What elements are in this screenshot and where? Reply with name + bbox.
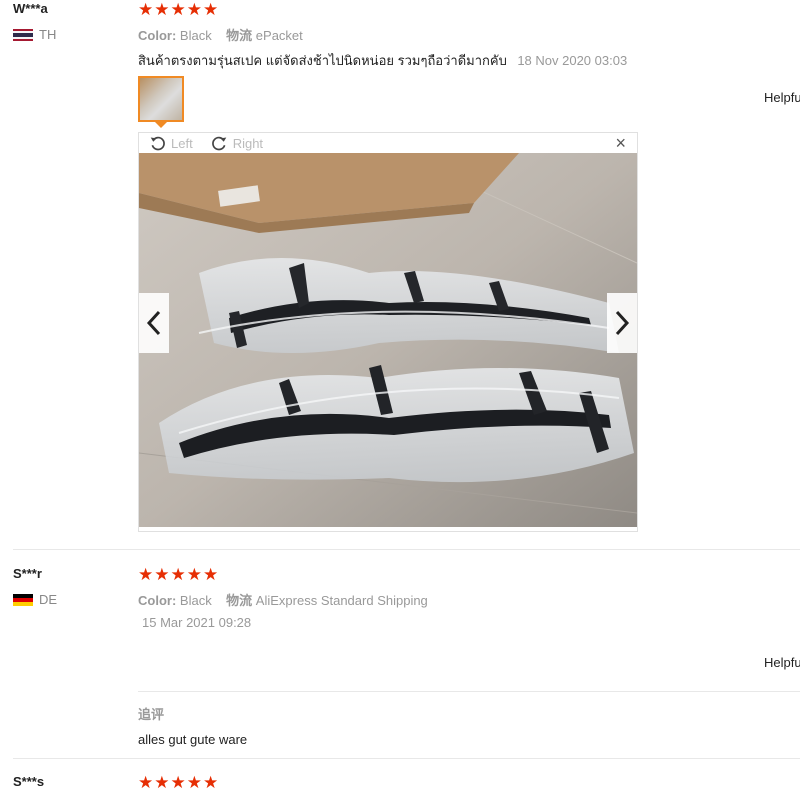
viewer-toolbar: Left Right — [149, 135, 263, 152]
chevron-left-icon — [146, 310, 161, 336]
star-rating: ★★★★★ — [138, 773, 220, 792]
color-label: Color: — [138, 593, 177, 608]
helpful-button[interactable]: Helpfu — [764, 90, 800, 105]
reviewer-country: DE — [13, 592, 57, 607]
logistics-label: 物流 — [226, 593, 253, 608]
review-photo — [139, 153, 637, 527]
image-viewer: Left Right × — [138, 132, 638, 532]
additional-divider — [138, 691, 800, 692]
color-value: Black — [179, 28, 212, 43]
logistics-value: ePacket — [255, 28, 303, 43]
reviewer-name: W***a — [13, 1, 48, 16]
logistics-value: AliExpress Standard Shipping — [255, 593, 428, 608]
feedback-line: สินค้าตรงตามรุ่นสเปค แต่จัดส่งช้าไปนิดหน… — [138, 50, 627, 71]
thumbnail-pointer — [155, 122, 167, 128]
previous-image-button[interactable] — [139, 293, 169, 353]
country-code: TH — [39, 27, 57, 42]
order-info: Color: Black 物流 AliExpress Standard Ship… — [138, 590, 428, 609]
review-divider — [13, 758, 800, 759]
feedback-text: สินค้าตรงตามรุ่นสเปค แต่จัดส่งช้าไปนิดหน… — [138, 53, 507, 68]
flag-de-icon — [13, 593, 33, 606]
rotate-right-button[interactable]: Right — [211, 135, 263, 152]
flag-th-icon — [13, 28, 33, 41]
country-code: DE — [39, 592, 58, 607]
reviewer-name: S***s — [13, 774, 45, 789]
reviewer-country: TH — [13, 27, 56, 42]
order-info: Color: Black 物流 ePacket — [138, 25, 303, 44]
close-viewer-button[interactable]: × — [615, 134, 626, 152]
rotate-right-label: Right — [232, 136, 264, 151]
reviewer-name: S***r — [13, 566, 42, 581]
color-label: Color: — [138, 28, 177, 43]
rotate-left-label: Left — [171, 136, 193, 151]
helpful-button[interactable]: Helpfu — [764, 655, 800, 670]
review-divider — [13, 549, 800, 550]
next-image-button[interactable] — [607, 293, 637, 353]
rotate-left-button[interactable]: Left — [149, 135, 193, 152]
additional-review-label: 追评 — [138, 707, 165, 722]
additional-review-text: alles gut gute ware — [138, 732, 248, 747]
photo-thumbnail[interactable] — [138, 76, 184, 122]
review-date: 15 Mar 2021 09:28 — [142, 615, 252, 630]
star-rating: ★★★★★ — [138, 565, 220, 584]
rotate-right-icon — [211, 136, 226, 151]
review-date: 18 Nov 2020 03:03 — [517, 53, 628, 68]
chevron-right-icon — [615, 310, 630, 336]
star-rating: ★★★★★ — [138, 0, 220, 19]
color-value: Black — [179, 593, 212, 608]
photo-image — [139, 153, 637, 527]
logistics-label: 物流 — [226, 28, 253, 43]
rotate-left-icon — [150, 136, 165, 151]
